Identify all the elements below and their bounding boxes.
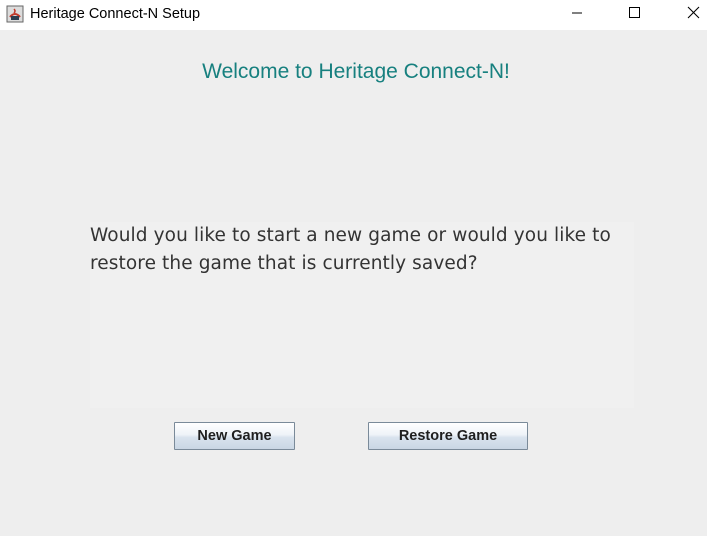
window-title: Heritage Connect-N Setup: [30, 6, 201, 22]
close-button[interactable]: [670, 0, 707, 26]
welcome-heading: Welcome to Heritage Connect-N!: [202, 60, 510, 83]
maximize-icon: [629, 7, 640, 18]
title-bar[interactable]: Heritage Connect-N Setup: [0, 0, 707, 30]
maximize-button[interactable]: [611, 0, 657, 26]
restore-game-button[interactable]: Restore Game: [368, 422, 528, 450]
message-text: Would you like to start a new game or wo…: [90, 225, 611, 274]
new-game-button[interactable]: New Game: [174, 422, 295, 450]
close-icon: [687, 6, 700, 19]
minimize-icon: [572, 12, 582, 14]
minimize-button[interactable]: [554, 0, 600, 26]
java-cup-icon: [6, 5, 24, 23]
message-text-area: Would you like to start a new game or wo…: [90, 222, 634, 408]
setup-window: Heritage Connect-N Setup Welcome to Heri…: [0, 0, 707, 536]
